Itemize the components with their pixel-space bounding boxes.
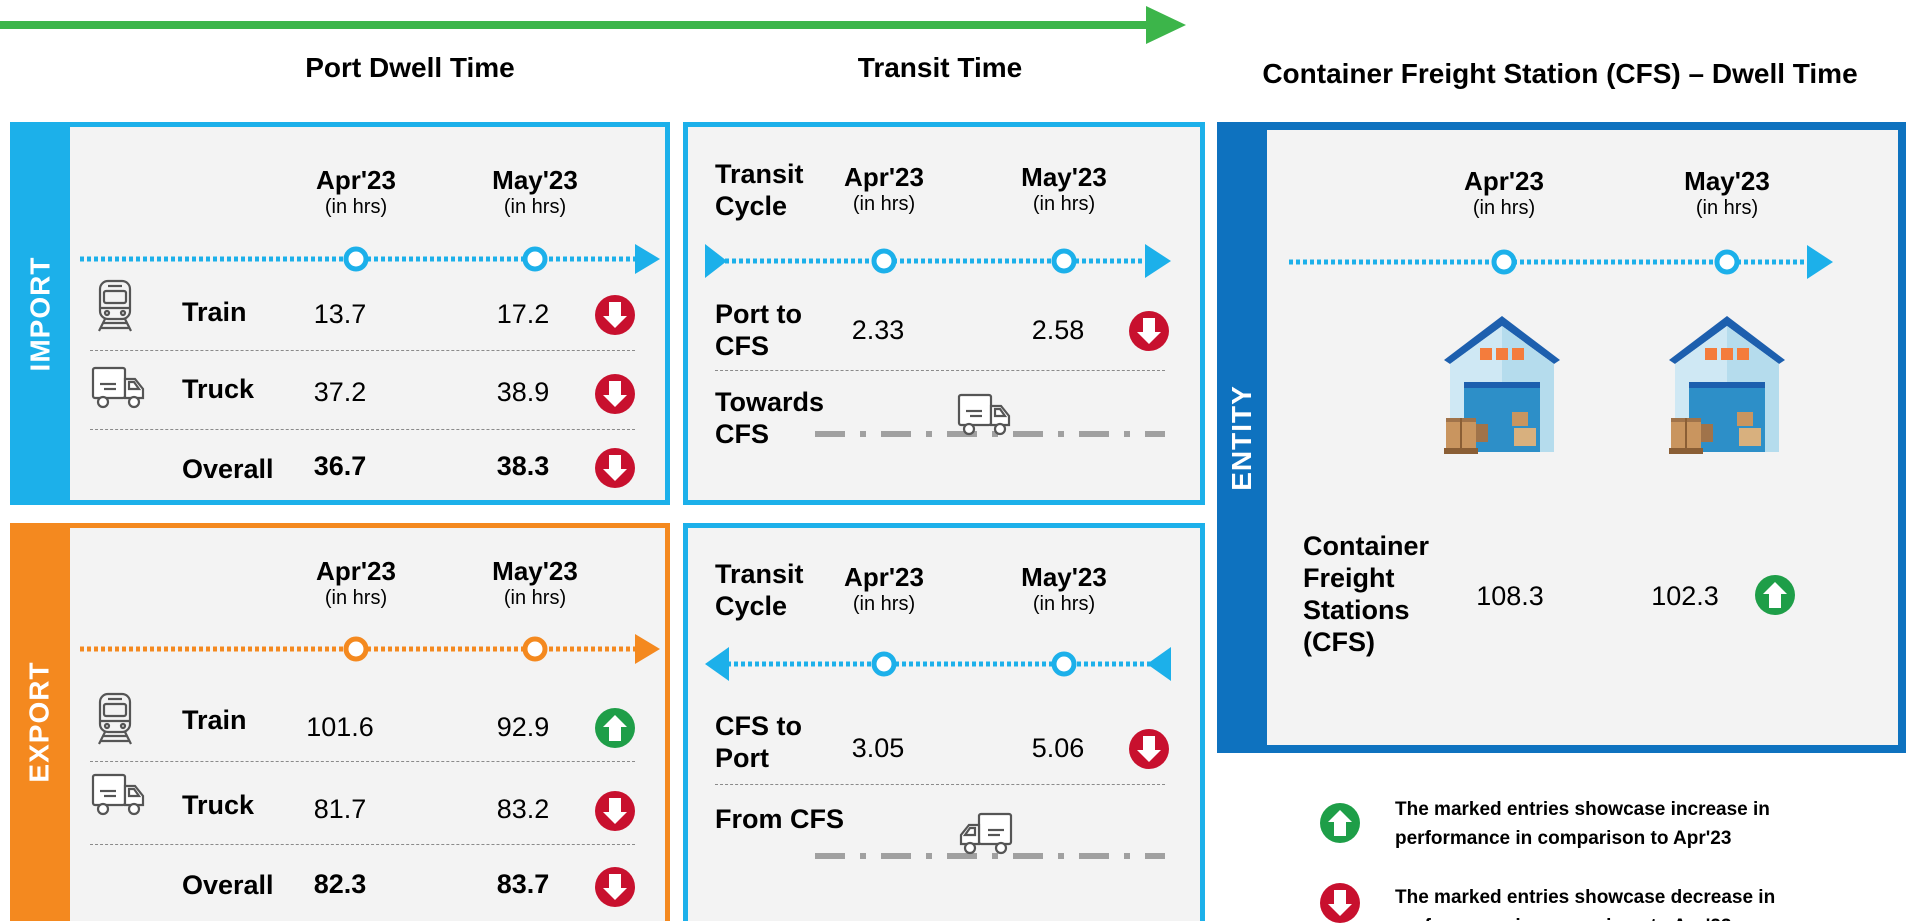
cfs-dwell-title: Container Freight Station (CFS) – Dwell … [1262, 58, 1858, 89]
cfs-body: Apr'23 (in hrs) May'23 (in hrs) Container … [1267, 130, 1898, 745]
may-value: 102.3 [1651, 581, 1719, 611]
may-value: 5.06 [1031, 733, 1085, 763]
may-header: May'23 (in hrs) [492, 556, 578, 609]
direction-label: From CFS [715, 804, 845, 834]
down-arrow-icon [1320, 883, 1360, 923]
import-tab: IMPORT [24, 256, 56, 371]
legend-increase-text: The marked entries showcase increase in … [1395, 799, 1770, 849]
row-label: Train [182, 297, 247, 327]
apr-value: 2.33 [851, 315, 905, 345]
row-divider [90, 761, 635, 762]
down-arrow-icon [595, 374, 635, 414]
down-arrow-icon [595, 448, 635, 488]
transit-export-panel: Transit Cycle Apr'23 (in hrs) May'23 (in h… [683, 523, 1205, 921]
route-label: CFS to Port [715, 711, 802, 773]
may-value: 38.9 [496, 377, 550, 407]
truck-icon [958, 811, 1014, 857]
down-arrow-icon [595, 791, 635, 831]
apr-header: Apr'23 (in hrs) [316, 556, 396, 609]
may-value: 83.2 [496, 794, 550, 824]
apr-value: 81.7 [313, 794, 367, 824]
may-header: May'23 (in hrs) [1021, 562, 1107, 615]
row-label: Train [182, 705, 247, 735]
cfs-label: Container Freight Stations (CFS) [1303, 531, 1430, 657]
truck-icon [90, 772, 146, 818]
up-arrow-icon [595, 708, 635, 748]
may-header: May'23 (in hrs) [1684, 166, 1770, 219]
export-tab: EXPORT [24, 661, 56, 783]
transit-export-timeline [705, 647, 1171, 681]
up-arrow-icon [1755, 575, 1795, 615]
cfs-timeline [1289, 245, 1833, 279]
port-dwell-title: Port Dwell Time [305, 52, 515, 83]
import-timeline [80, 244, 660, 274]
apr-value: 101.6 [306, 712, 374, 742]
train-icon [95, 278, 135, 334]
warehouse-icon [1667, 312, 1787, 462]
truck-icon [90, 365, 146, 411]
down-arrow-icon [595, 867, 635, 907]
transit-export-body: Transit Cycle Apr'23 (in hrs) May'23 (in h… [688, 528, 1200, 921]
up-arrow-icon [1320, 803, 1360, 843]
row-label: Overall [182, 870, 274, 900]
row-divider [90, 844, 635, 845]
row-label: Overall [182, 454, 274, 484]
down-arrow-icon [595, 295, 635, 335]
import-body: Apr'23 (in hrs) May'23 (in hrs) Train 13.7… [70, 127, 665, 500]
may-header: May'23 (in hrs) [492, 165, 578, 218]
apr-header: Apr'23 (in hrs) [844, 162, 924, 215]
apr-header: Apr'23 (in hrs) [1464, 166, 1544, 219]
may-value: 2.58 [1031, 315, 1085, 345]
row-divider [90, 429, 635, 430]
transit-import-body: Transit Cycle Apr'23 (in hrs) May'23 (in h… [688, 127, 1200, 500]
row-divider [90, 350, 635, 351]
row-divider [715, 370, 1165, 371]
legend-decrease-text: The marked entries showcase decrease in … [1395, 887, 1776, 921]
export-panel: EXPORT Apr'23 (in hrs) May'23 (in hrs) Tra… [10, 523, 670, 921]
import-panel: IMPORT Apr'23 (in hrs) May'23 (in hrs) Tra… [10, 122, 670, 505]
truck-icon [956, 392, 1012, 438]
may-value: 17.2 [496, 299, 550, 329]
timeline-arrow [0, 6, 1186, 44]
down-arrow-icon [1129, 311, 1169, 351]
row-label: Truck [182, 790, 255, 820]
entity-tab: ENTITY [1226, 384, 1257, 491]
transit-title: Transit Time [857, 52, 1023, 83]
may-value: 83.7 [496, 869, 550, 899]
may-header: May'23 (in hrs) [1021, 162, 1107, 215]
apr-value: 37.2 [313, 377, 367, 407]
row-label: Truck [182, 374, 255, 404]
transit-import-panel: Transit Cycle Apr'23 (in hrs) May'23 (in h… [683, 122, 1205, 505]
cfs-panel: ENTITY Apr'23 (in hrs) May'23 (in hrs) Con… [1217, 122, 1906, 753]
train-icon [95, 691, 135, 747]
apr-value: 13.7 [313, 299, 367, 329]
route-label: Port to CFS [715, 299, 802, 361]
apr-value: 108.3 [1476, 581, 1544, 611]
apr-header: Apr'23 (in hrs) [316, 165, 396, 218]
apr-header: Apr'23 (in hrs) [844, 562, 924, 615]
warehouse-icon [1442, 312, 1562, 462]
apr-value: 82.3 [313, 869, 367, 899]
apr-value: 36.7 [313, 451, 367, 481]
may-value: 38.3 [496, 451, 550, 481]
export-body: Apr'23 (in hrs) May'23 (in hrs) Train 101.… [70, 528, 665, 921]
may-value: 92.9 [496, 712, 550, 742]
row-divider [715, 784, 1165, 785]
apr-value: 3.05 [851, 733, 905, 763]
export-timeline [80, 634, 660, 664]
down-arrow-icon [1129, 729, 1169, 769]
transit-import-timeline [705, 244, 1171, 278]
